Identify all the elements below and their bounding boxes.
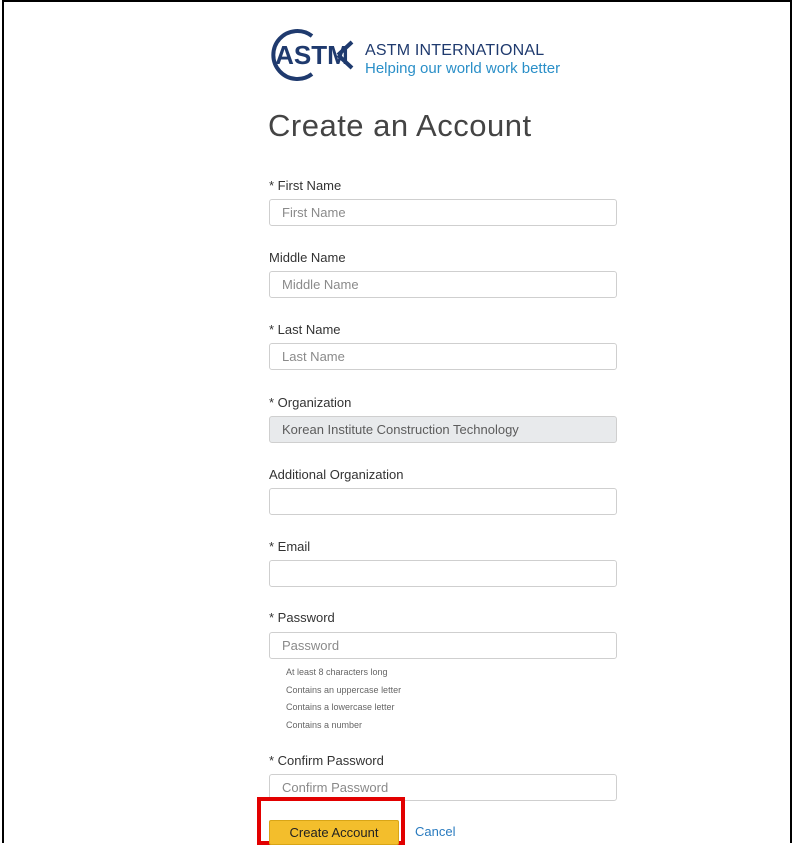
last-name-label: * Last Name xyxy=(269,322,341,337)
additional-organization-input[interactable] xyxy=(269,488,617,515)
password-requirement: Contains an uppercase letter xyxy=(286,685,402,695)
password-requirement: Contains a number xyxy=(286,720,363,730)
brand-tagline: Helping our world work better xyxy=(365,60,561,77)
password-requirement: Contains a lowercase letter xyxy=(286,702,395,712)
first-name-label: * First Name xyxy=(269,178,342,193)
first-name-input[interactable] xyxy=(269,199,617,226)
email-input[interactable] xyxy=(269,560,617,587)
email-label: * Email xyxy=(269,539,311,554)
brand-name: ASTM INTERNATIONAL xyxy=(365,42,545,59)
password-input[interactable] xyxy=(269,632,617,659)
password-label: * Password xyxy=(269,610,335,625)
page-title: Create an Account xyxy=(268,108,532,143)
logo-wordmark: ASTM xyxy=(275,40,349,70)
organization-input[interactable] xyxy=(269,416,617,443)
astm-logo: ASTM ASTM INTERNATIONAL Helping our worl… xyxy=(268,28,628,82)
password-requirement: At least 8 characters long xyxy=(286,667,388,677)
organization-label: * Organization xyxy=(269,395,352,410)
create-account-button[interactable]: Create Account xyxy=(269,820,399,845)
middle-name-input[interactable] xyxy=(269,271,617,298)
cancel-link[interactable]: Cancel xyxy=(415,824,455,839)
middle-name-label: Middle Name xyxy=(269,250,346,265)
confirm-password-label: * Confirm Password xyxy=(269,753,384,768)
astm-globe-icon: ASTM xyxy=(271,29,354,81)
last-name-input[interactable] xyxy=(269,343,617,370)
additional-organization-label: Additional Organization xyxy=(269,467,404,482)
